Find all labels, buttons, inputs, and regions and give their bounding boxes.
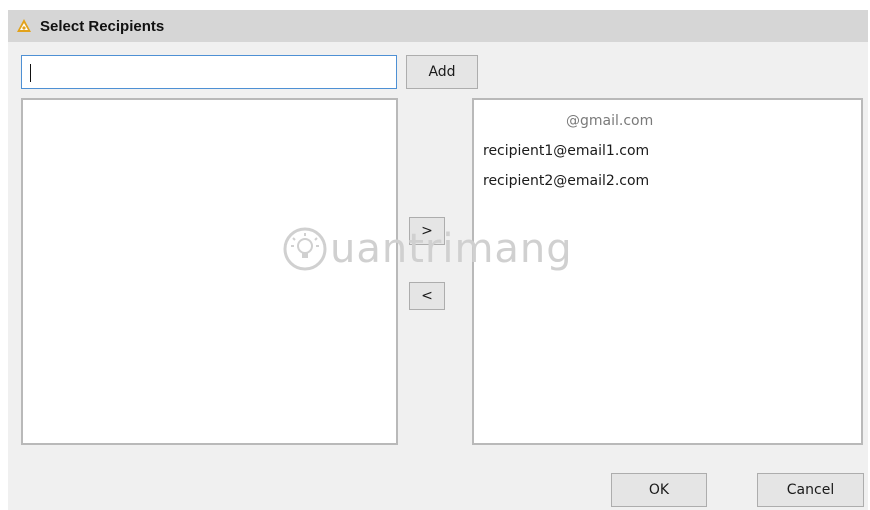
ok-button[interactable]: OK	[611, 473, 707, 507]
list-item[interactable]: recipient1@email1.com	[474, 136, 861, 166]
add-button[interactable]: Add	[406, 55, 478, 89]
title-bar: Select Recipients	[8, 10, 868, 42]
text-caret	[30, 64, 31, 82]
recipient-input[interactable]	[21, 55, 397, 89]
move-right-button[interactable]: >	[409, 217, 445, 245]
cancel-button[interactable]: Cancel	[757, 473, 864, 507]
list-item[interactable]: @gmail.com	[474, 106, 861, 136]
move-left-button[interactable]: <	[409, 282, 445, 310]
dialog-body: Add > < @gmail.com recipient1@email1.com…	[8, 42, 868, 510]
list-item[interactable]: recipient2@email2.com	[474, 166, 861, 196]
available-recipients-list[interactable]	[21, 98, 398, 445]
selected-recipients-list[interactable]: @gmail.com recipient1@email1.com recipie…	[472, 98, 863, 445]
window-title: Select Recipients	[40, 17, 165, 35]
app-icon	[17, 19, 31, 32]
